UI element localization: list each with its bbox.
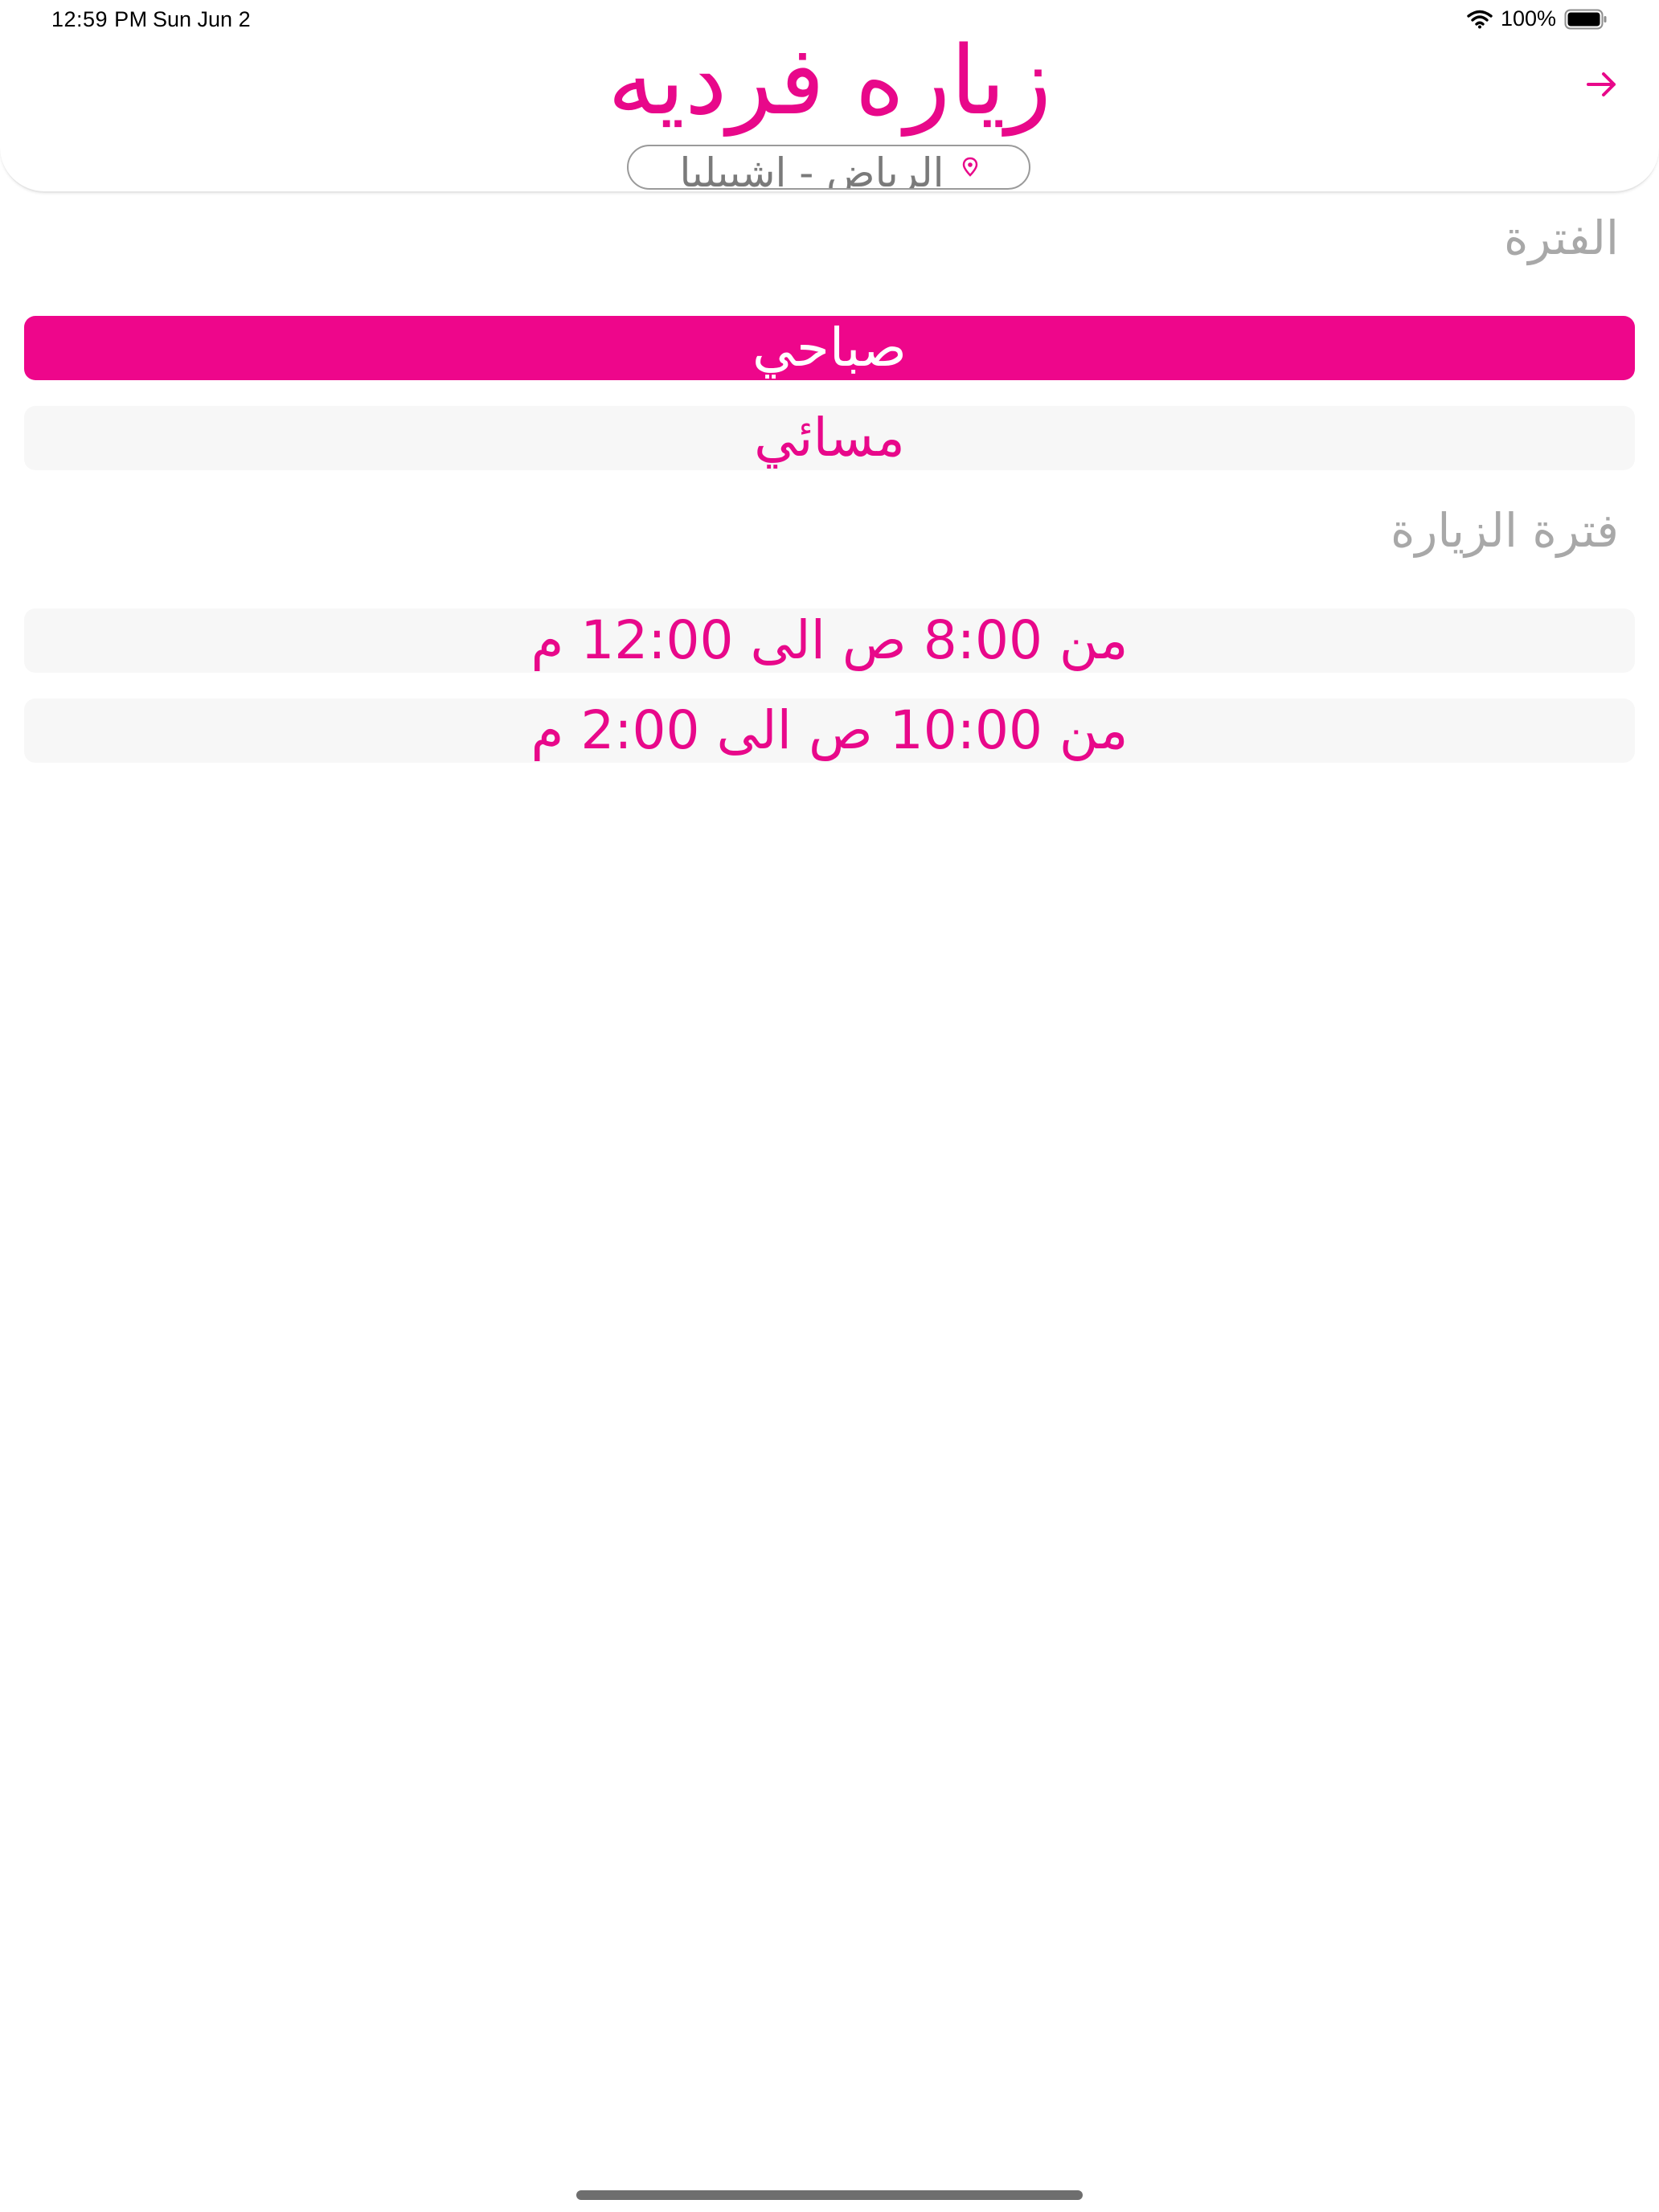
period-option-evening[interactable]: مسائي bbox=[24, 406, 1635, 470]
period-section-label: الفترة bbox=[1503, 211, 1619, 265]
status-bar: 12:59 PM Sun Jun 2 100% bbox=[0, 0, 1659, 39]
home-indicator[interactable] bbox=[576, 2190, 1083, 2200]
location-selector[interactable]: الرياض - اشبيليا bbox=[627, 145, 1030, 190]
battery-icon bbox=[1564, 9, 1608, 30]
map-pin-icon bbox=[962, 157, 978, 178]
page-title: زياره فرديه bbox=[607, 25, 1052, 136]
status-time: 12:59 PM bbox=[51, 7, 148, 31]
arrow-right-icon bbox=[1586, 71, 1618, 101]
wifi-icon bbox=[1467, 10, 1493, 29]
status-indicators: 100% bbox=[1467, 6, 1608, 31]
period-option-morning[interactable]: صباحي bbox=[24, 316, 1635, 380]
back-button[interactable] bbox=[1583, 68, 1620, 104]
visit-time-slot[interactable]: من 10:00 ص الى 2:00 م bbox=[24, 698, 1635, 763]
visit-time-slot[interactable]: من 8:00 ص الى 12:00 م bbox=[24, 608, 1635, 673]
status-date: Sun Jun 2 bbox=[153, 7, 251, 31]
visit-period-section-label: فترة الزيارة bbox=[1390, 503, 1619, 558]
battery-percentage: 100% bbox=[1500, 6, 1556, 31]
location-text: الرياض - اشبيليا bbox=[679, 150, 944, 190]
screen: زياره فرديه الرياض - اشبيليا 12:59 PM Su… bbox=[0, 0, 1659, 2212]
